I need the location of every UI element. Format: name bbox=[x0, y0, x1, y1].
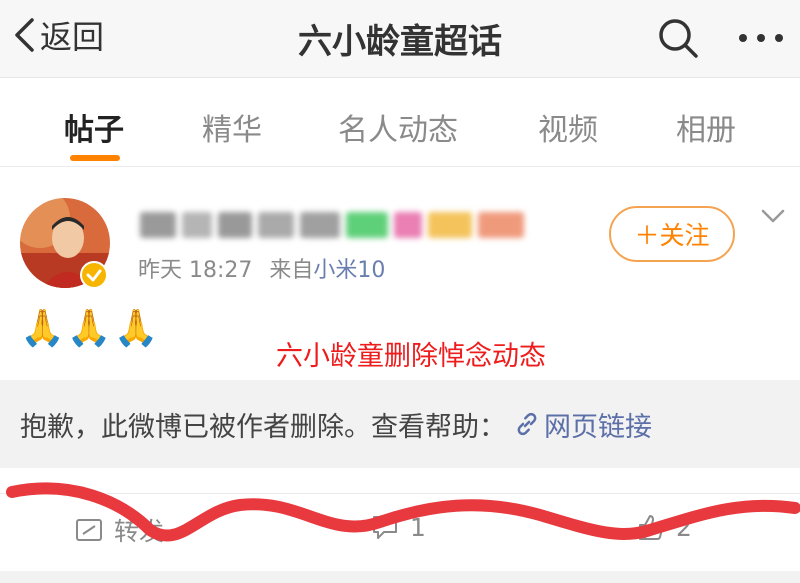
post-source-prefix: 来自 bbox=[269, 258, 314, 283]
web-link-label: 网页链接 bbox=[544, 411, 652, 443]
username-blurred[interactable] bbox=[140, 212, 524, 240]
link-icon bbox=[517, 412, 537, 436]
top-nav-bar: 返回 六小龄童超话 bbox=[0, 0, 800, 78]
chevron-left-icon bbox=[15, 18, 34, 52]
tab-videos[interactable]: 视频 bbox=[538, 105, 598, 149]
back-button[interactable]: 返回 bbox=[12, 13, 104, 57]
post-menu-button[interactable] bbox=[760, 206, 786, 226]
comment-icon bbox=[373, 516, 397, 539]
like-count: 2 bbox=[676, 512, 692, 542]
more-dots-icon bbox=[739, 34, 783, 42]
post-source[interactable]: 小米10 bbox=[313, 258, 385, 283]
more-button[interactable] bbox=[736, 20, 786, 56]
tab-celebrity-updates[interactable]: 名人动态 bbox=[338, 105, 458, 149]
bottom-separator bbox=[0, 571, 800, 583]
verified-badge-icon bbox=[80, 261, 108, 289]
deleted-notice-text: 抱歉，此微博已被作者删除。查看帮助： bbox=[20, 411, 506, 443]
search-icon bbox=[659, 19, 698, 58]
comment-button[interactable]: 1 bbox=[370, 512, 426, 542]
back-label: 返回 bbox=[40, 18, 105, 56]
tab-posts[interactable]: 帖子 bbox=[64, 105, 124, 149]
annotation-caption: 六小龄童删除悼念动态 bbox=[276, 341, 546, 372]
post-action-bar: 转发 1 2 bbox=[0, 493, 800, 571]
chevron-down-icon bbox=[761, 209, 785, 223]
thumbs-up-icon bbox=[639, 515, 664, 540]
tab-albums[interactable]: 相册 bbox=[676, 105, 736, 149]
web-link[interactable]: 网页链接 bbox=[514, 405, 652, 444]
repost-label: 转发 bbox=[114, 517, 165, 546]
post-card: 昨天 18:27 来自小米10 ＋关注 🙏🙏🙏 六小龄童删除悼念动态 bbox=[0, 168, 800, 380]
tab-featured[interactable]: 精华 bbox=[202, 105, 262, 149]
post-text: 🙏🙏🙏 bbox=[20, 308, 161, 349]
comment-count: 1 bbox=[410, 512, 426, 542]
post-meta: 昨天 18:27 来自小米10 bbox=[138, 252, 385, 284]
tab-bar: 帖子 精华 名人动态 视频 相册 bbox=[0, 79, 800, 167]
search-button[interactable] bbox=[656, 16, 700, 60]
repost-button[interactable]: 转发 bbox=[74, 512, 164, 548]
post-time: 昨天 18:27 bbox=[138, 258, 253, 283]
repost-icon bbox=[76, 519, 102, 541]
follow-button[interactable]: ＋关注 bbox=[609, 206, 735, 262]
deleted-notice: 抱歉，此微博已被作者删除。查看帮助： 网页链接 bbox=[0, 380, 800, 468]
like-button[interactable]: 2 bbox=[636, 512, 692, 542]
active-tab-indicator bbox=[70, 155, 120, 161]
